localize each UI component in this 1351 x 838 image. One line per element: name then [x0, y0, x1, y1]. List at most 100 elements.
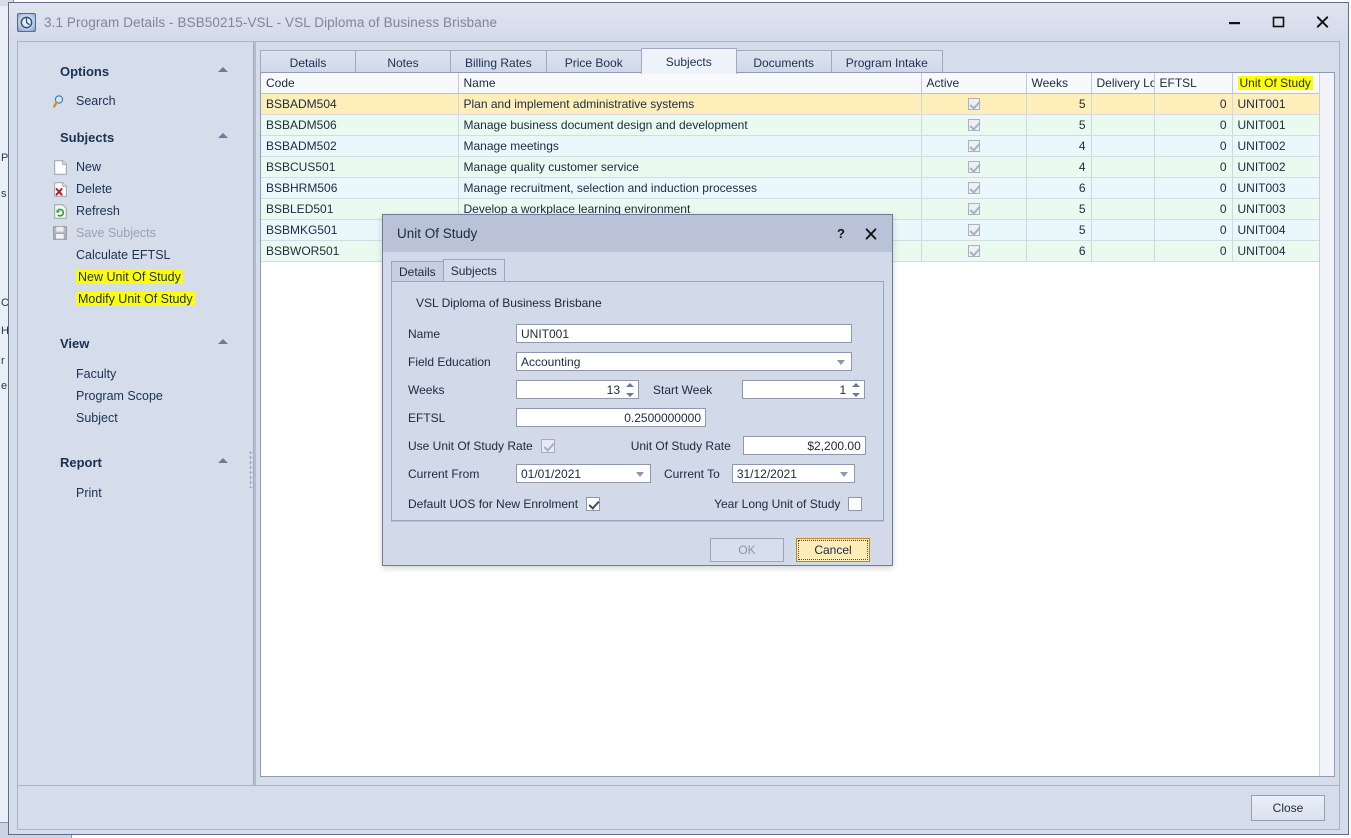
chevron-up-icon[interactable] [218, 133, 228, 138]
active-checkbox[interactable] [968, 245, 980, 257]
active-checkbox[interactable] [968, 140, 980, 152]
cell-weeks: 6 [1026, 241, 1091, 262]
sidebar-item-delete[interactable]: Delete [18, 178, 246, 200]
table-row[interactable]: BSBADM502 Manage meetings 4 0 UNIT002 [261, 136, 1335, 157]
chevron-up-icon[interactable] [218, 339, 228, 344]
chevron-up-icon[interactable] [218, 67, 228, 72]
cell-delivery-loc [1091, 136, 1154, 157]
field-row-eftsl: EFTSL 0.2500000000 [408, 408, 867, 427]
cell-active[interactable] [921, 199, 1026, 220]
eftsl-input[interactable]: 0.2500000000 [516, 408, 706, 427]
close-button[interactable] [1300, 7, 1344, 37]
dialog-panel: VSL Diploma of Business Brisbane Name UN… [391, 282, 884, 521]
close-window-button[interactable]: Close [1251, 795, 1325, 821]
cancel-button[interactable]: Cancel [796, 538, 870, 562]
column-header-weeks[interactable]: Weeks [1026, 73, 1091, 94]
maximize-button[interactable] [1256, 7, 1300, 37]
start-week-stepper[interactable]: 1 [742, 380, 865, 399]
column-header-active[interactable]: Active [921, 73, 1026, 94]
minimize-button[interactable] [1212, 7, 1256, 37]
ok-button: OK [710, 538, 784, 562]
sidebar-item-search[interactable]: Search [18, 90, 246, 112]
weeks-stepper[interactable]: 13 [516, 380, 639, 399]
sidebar-item-subject[interactable]: Subject [18, 407, 246, 429]
column-header-eftsl[interactable]: EFTSL [1154, 73, 1232, 94]
stepper-arrows-icon[interactable] [626, 383, 635, 397]
dialog-tab-subjects[interactable]: Subjects [443, 259, 505, 281]
dialog-tab-strip: Details Subjects [391, 259, 884, 282]
active-checkbox[interactable] [968, 161, 980, 173]
chevron-down-icon [636, 472, 644, 477]
current-to-datepicker[interactable]: 31/12/2021 [732, 464, 855, 483]
cell-active[interactable] [921, 220, 1026, 241]
tab-subjects[interactable]: Subjects [641, 48, 737, 74]
tab-label: Documents [753, 56, 814, 70]
stepper-arrows-icon[interactable] [852, 383, 861, 397]
cell-active[interactable] [921, 157, 1026, 178]
cell-eftsl: 0 [1154, 220, 1232, 241]
field-education-value: Accounting [521, 355, 580, 369]
grid-vertical-scrollbar[interactable] [1319, 73, 1334, 776]
active-checkbox[interactable] [968, 203, 980, 215]
active-checkbox[interactable] [968, 224, 980, 236]
sidebar-splitter[interactable] [246, 42, 256, 785]
table-row[interactable]: BSBCUS501 Manage quality customer servic… [261, 157, 1335, 178]
cell-active[interactable] [921, 94, 1026, 115]
chevron-up-icon[interactable] [218, 458, 228, 463]
sidebar-item-faculty[interactable]: Faculty [18, 363, 246, 385]
active-checkbox[interactable] [968, 119, 980, 131]
title-bar[interactable]: 3.1 Program Details - BSB50215-VSL - VSL… [9, 3, 1348, 41]
default-uos-checkbox[interactable] [586, 497, 600, 511]
sidebar-group-options[interactable]: Options [18, 60, 246, 82]
dialog-tab-details[interactable]: Details [391, 261, 444, 281]
dialog-help-button[interactable]: ? [826, 220, 856, 248]
tab-notes[interactable]: Notes [355, 50, 451, 74]
sidebar-item-save-subjects: Save Subjects [18, 222, 246, 244]
sidebar-group-view[interactable]: View [18, 332, 246, 354]
active-checkbox[interactable] [968, 98, 980, 110]
sidebar-item-print[interactable]: Print [18, 482, 246, 504]
tab-billing-rates[interactable]: Billing Rates [450, 50, 547, 74]
sidebar-item-new-unit-of-study[interactable]: New Unit Of Study [18, 266, 246, 288]
sidebar-item-label: Modify Unit Of Study [76, 292, 195, 306]
name-input[interactable]: UNIT001 [516, 324, 852, 343]
cell-name: Manage recruitment, selection and induct… [458, 178, 921, 199]
table-row[interactable]: BSBADM504 Plan and implement administrat… [261, 94, 1335, 115]
column-label: Code [266, 76, 295, 90]
sidebar-item-new[interactable]: New [18, 156, 246, 178]
sidebar-item-calculate-eftsl[interactable]: Calculate EFTSL [18, 244, 246, 266]
uos-rate-input[interactable]: $2,200.00 [743, 436, 866, 455]
dialog-close-button[interactable] [856, 220, 886, 248]
tab-documents[interactable]: Documents [736, 50, 832, 74]
cell-weeks: 4 [1026, 157, 1091, 178]
table-header-row: Code Name Active Weeks Delivery Loc EFTS… [261, 73, 1335, 94]
table-row[interactable]: BSBHRM506 Manage recruitment, selection … [261, 178, 1335, 199]
sidebar-group-report[interactable]: Report [18, 451, 246, 473]
column-header-delivery-loc[interactable]: Delivery Loc [1091, 73, 1154, 94]
sidebar-item-label: Calculate EFTSL [76, 248, 170, 262]
column-header-code[interactable]: Code [261, 73, 458, 94]
column-header-name[interactable]: Name [458, 73, 921, 94]
tab-details[interactable]: Details [260, 50, 356, 74]
field-education-select[interactable]: Accounting [516, 352, 852, 371]
dialog-title-bar[interactable]: Unit Of Study ? [383, 215, 892, 252]
cell-delivery-loc [1091, 220, 1154, 241]
cell-active[interactable] [921, 241, 1026, 262]
cell-active[interactable] [921, 136, 1026, 157]
table-row[interactable]: BSBADM506 Manage business document desig… [261, 115, 1335, 136]
sidebar-item-label: Faculty [76, 367, 116, 381]
active-checkbox[interactable] [968, 182, 980, 194]
current-from-datepicker[interactable]: 01/01/2021 [516, 464, 651, 483]
sidebar-item-modify-unit-of-study[interactable]: Modify Unit Of Study [18, 288, 246, 310]
cell-active[interactable] [921, 115, 1026, 136]
tab-program-intake[interactable]: Program Intake [831, 50, 943, 74]
cell-active[interactable] [921, 178, 1026, 199]
dialog-tab-label: Subjects [451, 264, 497, 278]
current-to-label: Current To [664, 467, 720, 481]
use-uos-rate-checkbox [541, 439, 555, 453]
sidebar-group-subjects[interactable]: Subjects [18, 126, 246, 148]
sidebar-item-program-scope[interactable]: Program Scope [18, 385, 246, 407]
sidebar-item-refresh[interactable]: Refresh [18, 200, 246, 222]
year-long-checkbox[interactable] [848, 497, 862, 511]
tab-price-book[interactable]: Price Book [546, 50, 642, 74]
